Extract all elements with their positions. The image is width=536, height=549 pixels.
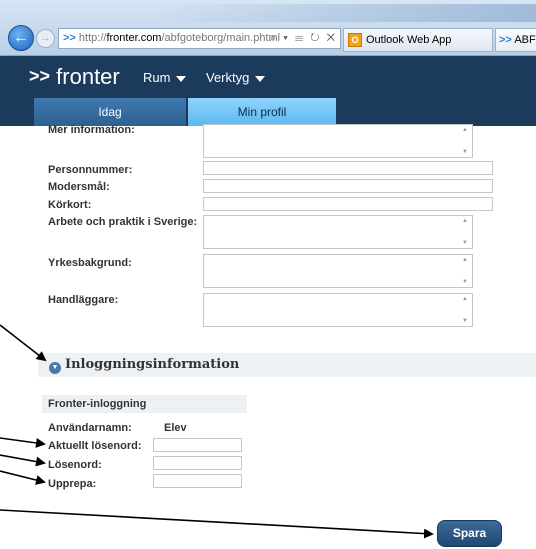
scroll-down-icon: ▼ xyxy=(462,149,468,155)
outlook-icon: O xyxy=(348,33,362,47)
forward-arrow-icon: → xyxy=(40,32,51,44)
login-section-title: Inloggningsinformation xyxy=(65,357,240,372)
tab-idag[interactable]: Idag xyxy=(34,98,186,126)
repeat-password-label: Upprepa: xyxy=(48,478,97,490)
arrow-to-save xyxy=(0,509,434,539)
address-path: /abfgoteborg/main.phtml xyxy=(161,32,281,44)
arbete-praktik-textarea[interactable]: ▲ ▼ xyxy=(203,215,473,249)
scroll-up-icon: ▲ xyxy=(462,257,468,263)
textarea-scrollbar[interactable]: ▲ ▼ xyxy=(458,125,472,157)
personnummer-input[interactable] xyxy=(203,161,493,175)
fronter-login-title: Fronter-inloggning xyxy=(48,398,147,410)
new-password-label: Lösenord: xyxy=(48,459,102,471)
handlaggare-textarea[interactable]: ▲ ▼ xyxy=(203,293,473,327)
textarea-scrollbar[interactable]: ▲ ▼ xyxy=(458,294,472,326)
textarea-scrollbar[interactable]: ▲ ▼ xyxy=(458,216,472,248)
field-label-modersmal: Modersmål: xyxy=(48,181,110,193)
arrow-to-current-password xyxy=(0,437,46,448)
chevron-down-icon xyxy=(255,75,266,82)
menu-rum[interactable]: Rum xyxy=(143,70,187,85)
browser-tab-label: Outlook Web App xyxy=(366,34,452,46)
field-label-mer-information: Mer information: xyxy=(48,124,135,136)
browser-tab-label: ABF xyxy=(514,34,536,46)
scroll-up-icon: ▲ xyxy=(462,127,468,133)
mer-information-textarea[interactable]: ▲ ▼ xyxy=(203,124,473,158)
site-icon: >> xyxy=(499,34,512,46)
back-arrow-icon: ← xyxy=(13,29,29,46)
scroll-up-icon: ▲ xyxy=(462,218,468,224)
scroll-down-icon: ▼ xyxy=(462,279,468,285)
username-value: Elev xyxy=(164,422,187,434)
username-label: Användarnamn: xyxy=(48,422,132,434)
logo-chevrons-icon: >> xyxy=(29,66,51,86)
new-password-input[interactable] xyxy=(153,456,242,470)
scroll-down-icon: ▼ xyxy=(462,318,468,324)
forward-button[interactable]: → xyxy=(36,29,55,48)
field-label-arbete-praktik: Arbete och praktik i Sverige: xyxy=(48,216,198,228)
repeat-password-input[interactable] xyxy=(153,474,242,488)
scroll-up-icon: ▲ xyxy=(462,296,468,302)
logo-text: fronter xyxy=(56,64,120,89)
browser-toolbar: ← → >> http://fronter.com/abfgoteborg/ma… xyxy=(0,0,536,56)
arrow-to-repeat xyxy=(0,470,46,485)
browser-tab-outlook[interactable]: O Outlook Web App xyxy=(343,28,493,52)
chevron-down-icon xyxy=(176,75,187,82)
menu-verktyg[interactable]: Verktyg xyxy=(206,70,266,85)
fronter-header: >> fronter Rum Verktyg Idag Min profil xyxy=(0,56,536,126)
scroll-down-icon: ▼ xyxy=(462,240,468,246)
field-label-yrkesbakgrund: Yrkesbakgrund: xyxy=(48,257,132,269)
textarea-scrollbar[interactable]: ▲ ▼ xyxy=(458,255,472,287)
address-bar[interactable]: >> http://fronter.com/abfgoteborg/main.p… xyxy=(58,28,341,49)
window-titlebar xyxy=(150,4,536,22)
fronter-logo[interactable]: >> fronter xyxy=(29,64,120,90)
browser-tab-abf[interactable]: >> ABF xyxy=(495,28,536,52)
tab-min-profil[interactable]: Min profil xyxy=(188,98,336,126)
current-password-input[interactable] xyxy=(153,438,242,452)
yrkesbakgrund-textarea[interactable]: ▲ ▼ xyxy=(203,254,473,288)
address-protocol: http:// xyxy=(78,32,107,44)
back-button[interactable]: ← xyxy=(8,25,34,51)
field-label-korkort: Körkort: xyxy=(48,199,92,211)
menu-label: Rum xyxy=(143,70,171,85)
arrow-to-new-password xyxy=(0,454,46,467)
modersmal-input[interactable] xyxy=(203,179,493,193)
korkort-input[interactable] xyxy=(203,197,493,211)
address-tools-icons[interactable]: ⌕ ▾ ☰ ↻ ✕ xyxy=(270,29,337,48)
site-icon: >> xyxy=(63,32,76,44)
menu-label: Verktyg xyxy=(206,70,250,85)
current-password-label: Aktuellt lösenord: xyxy=(48,440,142,452)
save-button[interactable]: Spara xyxy=(437,520,502,547)
collapse-toggle-icon[interactable]: ▼ xyxy=(49,362,61,374)
address-domain: fronter.com xyxy=(106,32,162,44)
field-label-personnummer: Personnummer: xyxy=(48,164,133,176)
field-label-handlaggare: Handläggare: xyxy=(48,294,119,306)
